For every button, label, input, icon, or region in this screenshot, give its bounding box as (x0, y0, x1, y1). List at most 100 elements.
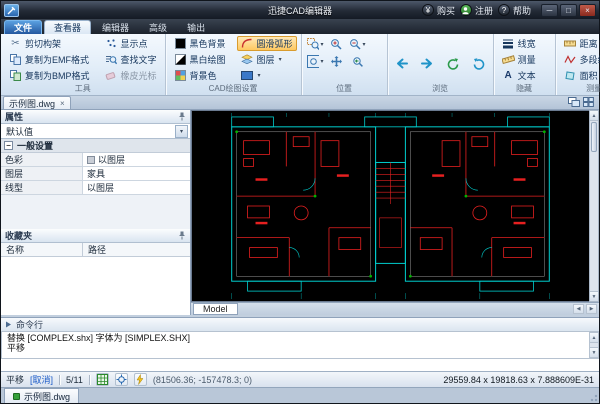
property-value-layer[interactable]: 家具 (83, 167, 190, 180)
property-category-row[interactable]: − 一般设置 (1, 139, 190, 153)
help-button[interactable]: ? 帮助 (498, 4, 531, 17)
hide-text-button[interactable]: A 文本 (498, 68, 540, 83)
cad-drawing (192, 111, 589, 301)
eraser-cursor-button[interactable]: 橡皮光标 (101, 68, 161, 83)
scrollbar-thumb[interactable] (591, 122, 597, 152)
chevron-down-icon[interactable]: ▾ (279, 56, 282, 63)
chevron-down-icon[interactable]: ▾ (321, 41, 324, 48)
scroll-up-icon[interactable]: ▲ (590, 111, 598, 121)
ribbon: ✂ 剪切构架 复制为EMF格式 复制为BMP格式 显示点 (1, 34, 599, 96)
cascade-windows-icon[interactable] (568, 97, 580, 107)
favorites-panel-header: 收藏夹 (1, 229, 190, 243)
measure-distance-button[interactable]: 距离 (560, 36, 600, 51)
collapse-icon[interactable]: − (4, 141, 13, 150)
hide-lineweight-button[interactable]: 线宽 (498, 36, 540, 51)
command-input[interactable] (1, 359, 599, 371)
zoom-window-button[interactable]: ▾ (306, 36, 325, 52)
favorites-name-column[interactable]: 名称 (1, 243, 83, 256)
favorites-list[interactable] (1, 257, 190, 315)
grid-snap-icon[interactable] (96, 373, 109, 386)
scroll-down-icon[interactable]: ▼ (590, 347, 598, 357)
arc-icon (241, 38, 254, 50)
layers-button[interactable]: 图层 ▾ (237, 52, 297, 67)
measure-polyline-length-button[interactable]: 多段线长度 (560, 52, 600, 67)
find-text-button[interactable]: 查找文字 (101, 52, 161, 67)
tab-file[interactable]: 文件 (4, 20, 42, 34)
property-value-linetype[interactable]: 以图层 (83, 181, 190, 194)
chevron-down-icon[interactable]: ▾ (321, 58, 324, 65)
group-label-browse: 浏览 (388, 83, 493, 95)
group-label-cad-settings: CAD绘图设置 (166, 83, 301, 95)
copy-emf-button[interactable]: 复制为EMF格式 (5, 52, 94, 67)
bottom-document-tab[interactable]: 示例图.dwg (4, 388, 79, 403)
app-window: 迅捷CAD编辑器 ¥ 购买 注册 ? 帮助 ─ □ × (0, 0, 600, 404)
zoom-extents-button[interactable]: ▾ (306, 53, 325, 69)
tab-editor[interactable]: 编辑器 (93, 20, 138, 34)
lightning-icon[interactable] (134, 373, 147, 386)
group-label-hide: 隐藏 (494, 83, 555, 95)
buy-button[interactable]: ¥ 购买 (422, 4, 455, 17)
command-prompt-icon (5, 321, 12, 328)
command-scrollbar[interactable]: ▲ ▼ (589, 332, 599, 358)
command-panel: 命令行 替换 [COMPLEX.shx] 字体为 [SIMPLEX.SHX] 平… (1, 317, 599, 371)
chevron-down-icon[interactable]: ▾ (363, 41, 366, 48)
measure-area-button[interactable]: 面积 (560, 68, 600, 83)
previous-view-button[interactable] (392, 56, 411, 72)
scroll-up-icon[interactable]: ▲ (590, 333, 598, 343)
smooth-arc-toggle[interactable]: 圆滑弧形 (237, 36, 297, 51)
tab-advanced[interactable]: 高级 (140, 20, 176, 34)
tab-viewer[interactable]: 查看器 (44, 20, 91, 34)
scroll-left-icon[interactable]: ◀ (573, 304, 584, 314)
resize-grip[interactable] (588, 392, 598, 402)
close-tab-icon[interactable]: × (60, 99, 65, 108)
cancel-link[interactable]: [取消] (30, 373, 53, 386)
zoom-in-button[interactable] (327, 36, 346, 52)
maximize-button[interactable]: □ (560, 4, 577, 17)
vertical-scrollbar[interactable]: ▲ ▼ (589, 110, 599, 302)
favorites-path-column[interactable]: 路径 (83, 243, 190, 256)
close-button[interactable]: × (579, 4, 596, 17)
background-color-swatch-button[interactable]: ▾ (237, 68, 297, 83)
tab-output[interactable]: 输出 (178, 20, 214, 34)
pin-icon[interactable] (178, 112, 186, 121)
clip-frame-button[interactable]: ✂ 剪切构架 (5, 36, 94, 51)
zoom-out-button[interactable]: ▾ (348, 36, 367, 52)
properties-panel-header: 属性 (1, 110, 190, 124)
black-background-button[interactable]: 黑色背景 (170, 36, 230, 51)
osnap-icon[interactable] (115, 373, 128, 386)
next-view-button[interactable] (418, 56, 437, 72)
pin-icon[interactable] (178, 231, 186, 240)
hide-measure-button[interactable]: 测量 (498, 52, 540, 67)
document-tab[interactable]: 示例图.dwg × (3, 96, 71, 109)
property-value-color[interactable]: 以图层 (83, 153, 190, 166)
ribbon-tab-bar: 文件 查看器 编辑器 高级 输出 (1, 19, 599, 34)
pan-button[interactable] (327, 53, 346, 69)
scroll-right-icon[interactable]: ▶ (586, 304, 597, 314)
show-points-button[interactable]: 显示点 (101, 36, 161, 51)
copy-bmp-button[interactable]: 复制为BMP格式 (5, 68, 94, 83)
undo-view-button[interactable] (444, 56, 463, 72)
model-tab[interactable]: Model (193, 303, 238, 315)
black-square-icon (174, 38, 187, 50)
drawing-viewport[interactable] (191, 110, 589, 302)
chevron-down-icon[interactable]: ▾ (258, 72, 261, 79)
redo-view-button[interactable] (470, 56, 489, 72)
command-line-entry: 平移 (7, 343, 584, 353)
question-icon: ? (498, 4, 510, 16)
tile-windows-icon[interactable] (583, 97, 594, 107)
command-history[interactable]: 替换 [COMPLEX.shx] 字体为 [SIMPLEX.SHX] 平移 (1, 332, 589, 358)
zoom-previous-button[interactable] (348, 53, 367, 69)
group-label-position: 位置 (302, 83, 387, 95)
register-button[interactable]: 注册 (460, 4, 493, 17)
find-text-icon (105, 54, 118, 66)
app-icon[interactable] (4, 4, 19, 17)
cart-icon: ¥ (422, 4, 434, 16)
property-preset-select[interactable]: 默认值 ▾ (1, 124, 190, 139)
minimize-button[interactable]: ─ (541, 4, 558, 17)
background-color-button[interactable]: 背景色 (170, 68, 230, 83)
letter-a-icon: A (502, 70, 515, 82)
current-command-label: 平移 (6, 373, 24, 386)
scroll-down-icon[interactable]: ▼ (590, 291, 598, 301)
black-white-drawing-button[interactable]: 黑白绘图 (170, 52, 230, 67)
chevron-down-icon[interactable]: ▾ (175, 125, 188, 138)
